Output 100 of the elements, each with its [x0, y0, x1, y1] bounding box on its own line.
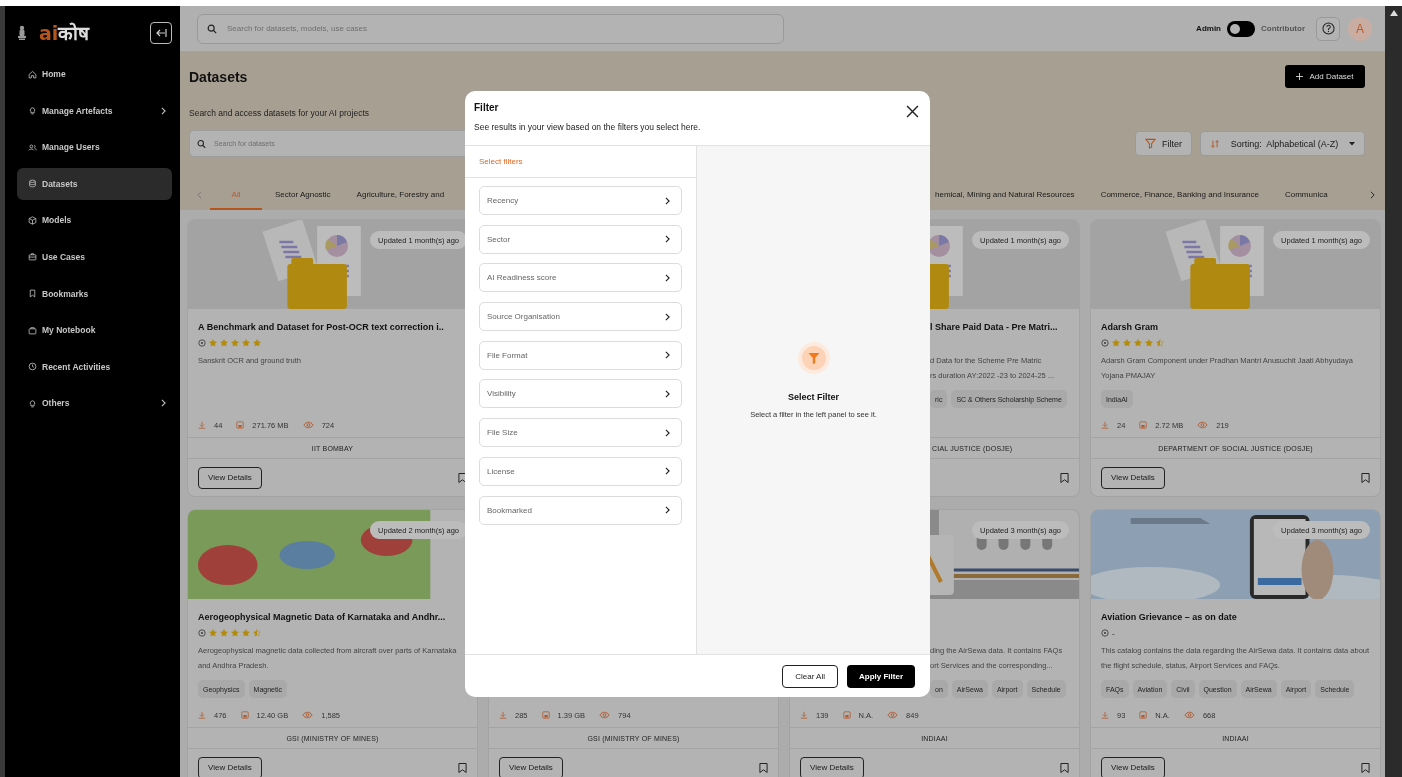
dataset-title[interactable]: l Share Paid Data - Pre Matri...	[930, 321, 1058, 334]
help-button[interactable]	[1316, 16, 1340, 41]
chevron-right-icon	[665, 428, 670, 437]
page-title: Datasets	[189, 68, 248, 85]
dataset-title[interactable]: Aviation Grievance – as on date	[1101, 611, 1237, 624]
role-label: Contributor	[1261, 24, 1305, 33]
filter-option[interactable]: File Format	[479, 340, 682, 370]
section-label: Select filters	[465, 146, 696, 178]
chevron-right-icon	[665, 273, 670, 282]
rating-text: -	[1112, 628, 1115, 638]
dataset-title[interactable]: Aerogeophysical Magnetic Data of Karnataka and Andhr...	[198, 611, 446, 624]
category-tab[interactable]: Sector Agnostic	[262, 180, 344, 210]
chevron-right-icon	[665, 196, 670, 205]
add-dataset-button[interactable]: Add Dataset	[1285, 65, 1365, 88]
eye-icon	[302, 711, 314, 719]
sidebar-item[interactable]: Datasets	[17, 167, 172, 200]
star-icon	[220, 339, 228, 347]
collapse-sidebar-button[interactable]	[150, 22, 172, 44]
dataset-title[interactable]: A Benchmark and Dataset for Post-OCR text correction i..	[198, 321, 444, 334]
view-details-button[interactable]: View Details	[1101, 756, 1165, 777]
view-details-button[interactable]: View Details	[198, 466, 262, 489]
chevron-right-icon	[665, 312, 670, 321]
chevron-right-icon	[665, 389, 670, 398]
scroll-up-arrow-icon[interactable]	[1389, 10, 1398, 16]
eye-icon	[599, 711, 611, 719]
funnel-icon	[797, 341, 830, 374]
info-icon	[1101, 629, 1109, 637]
database-icon	[28, 179, 37, 189]
bulb-icon	[28, 398, 37, 408]
dataset-title[interactable]: Adarsh Gram	[1101, 321, 1159, 334]
eye-icon	[1197, 421, 1209, 429]
bulb-icon	[28, 106, 37, 116]
close-icon[interactable]	[906, 105, 919, 118]
star-icon	[1112, 339, 1120, 347]
view-details-button[interactable]: View Details	[198, 756, 262, 777]
scrollbar[interactable]	[1385, 6, 1402, 777]
bookmark-icon[interactable]	[458, 471, 467, 484]
eye-icon	[302, 421, 314, 429]
filter-option[interactable]: Source Organisation	[479, 302, 682, 332]
sort-dropdown[interactable]: Sorting: Alphabetical (A-Z)	[1200, 131, 1365, 156]
star-icon	[253, 629, 261, 637]
chevron-right-icon[interactable]	[1370, 191, 1375, 199]
info-icon	[198, 339, 206, 347]
logo-text: aiकोष	[39, 21, 90, 45]
download-icon	[800, 711, 808, 719]
page-subtitle: Search and access datasets for your AI projects	[189, 107, 369, 119]
star-icon	[1156, 339, 1164, 347]
category-tab[interactable]: hemical, Mining and Natural Resources	[922, 180, 1088, 210]
filter-option[interactable]: Bookmarked	[479, 495, 682, 525]
emblem-icon	[17, 25, 27, 41]
filter-option[interactable]: File Size	[479, 418, 682, 448]
clear-all-button[interactable]: Clear All	[782, 664, 838, 688]
download-icon	[1101, 421, 1109, 429]
info-icon	[198, 629, 206, 637]
star-icon	[220, 629, 228, 637]
chevron-right-icon	[665, 467, 670, 476]
bookmark-icon[interactable]	[1361, 471, 1370, 484]
users-icon	[28, 142, 37, 152]
star-icon	[253, 339, 261, 347]
bag-icon	[28, 325, 37, 335]
filter-button[interactable]: Filter	[1135, 131, 1192, 156]
bookmark-icon[interactable]	[1361, 761, 1370, 774]
view-details-button[interactable]: View Details	[499, 756, 563, 777]
view-details-button[interactable]: View Details	[800, 756, 864, 777]
plus-icon	[1296, 73, 1304, 80]
download-icon	[198, 711, 206, 719]
bookmark-icon[interactable]	[759, 761, 768, 774]
bookmark-icon[interactable]	[1060, 471, 1069, 484]
chevron-right-icon	[161, 399, 166, 408]
filter-option[interactable]: Sector	[479, 224, 682, 254]
star-icon	[242, 339, 250, 347]
apply-filter-button[interactable]: Apply Filter	[847, 664, 915, 688]
star-icon	[1134, 339, 1142, 347]
star-icon	[209, 339, 217, 347]
caret-down-icon	[1349, 141, 1355, 146]
category-tab[interactable]: Communica	[1271, 180, 1341, 210]
bookmark-icon[interactable]	[458, 761, 467, 774]
chevron-right-icon	[665, 235, 670, 244]
filter-option[interactable]: AI Readiness score	[479, 263, 682, 293]
bookmark-icon	[28, 289, 37, 299]
filter-option[interactable]: License	[479, 456, 682, 486]
chevron-right-icon	[665, 351, 670, 360]
view-details-button[interactable]: View Details	[1101, 466, 1165, 489]
search-field[interactable]: Search for datasets, models, use cases	[197, 13, 784, 44]
filter-option[interactable]: Visibility	[479, 379, 682, 409]
role-label: Admin	[1196, 24, 1221, 33]
funnel-icon	[1145, 138, 1156, 149]
home-icon	[28, 69, 37, 79]
download-icon	[198, 421, 206, 429]
filter-option[interactable]: Recency	[479, 186, 682, 215]
download-icon	[499, 711, 507, 719]
star-icon	[231, 339, 239, 347]
bookmark-icon[interactable]	[1060, 761, 1069, 774]
empty-state-title: Select Filter	[788, 391, 839, 402]
category-tab[interactable]: Agriculture, Forestry and	[343, 180, 458, 210]
download-icon	[1101, 711, 1109, 719]
eye-icon	[887, 711, 899, 719]
category-tab[interactable]: Commerce, Finance, Banking and Insurance	[1087, 180, 1272, 210]
role-toggle[interactable]	[1227, 20, 1255, 37]
arrow-left-bar-icon	[155, 28, 167, 38]
